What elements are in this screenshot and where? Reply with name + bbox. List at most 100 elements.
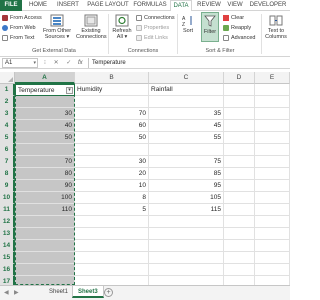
tab-developer[interactable]: DEVELOPER: [248, 0, 288, 11]
tab-page-layout[interactable]: PAGE LAYOUT: [86, 0, 130, 11]
cell-c2[interactable]: [149, 96, 224, 108]
select-all-button[interactable]: [0, 72, 15, 84]
from-web-button[interactable]: From Web: [2, 24, 36, 32]
cell-e17[interactable]: [255, 276, 290, 285]
cell-d6[interactable]: [224, 144, 255, 156]
row-header-17[interactable]: 17: [0, 276, 15, 285]
row-header-8[interactable]: 8: [0, 168, 15, 180]
row-header-13[interactable]: 13: [0, 228, 15, 240]
column-header-c[interactable]: C: [149, 72, 224, 84]
existing-connections-button[interactable]: Existing Connections: [76, 14, 107, 40]
cell-e1[interactable]: [255, 84, 290, 96]
cell-a12[interactable]: [15, 216, 75, 228]
refresh-all-button[interactable]: Refresh All ▾: [110, 14, 134, 40]
cell-a14[interactable]: [15, 240, 75, 252]
column-header-d[interactable]: D: [224, 72, 255, 84]
cell-a1[interactable]: Temperature ▾: [15, 84, 75, 96]
cell-d16[interactable]: [224, 264, 255, 276]
scroll-right-icon[interactable]: ▶: [14, 289, 19, 296]
cell-c1[interactable]: Rainfall: [149, 84, 224, 96]
cell-b5[interactable]: 50: [75, 132, 149, 144]
row-header-14[interactable]: 14: [0, 240, 15, 252]
scroll-left-icon[interactable]: ◀: [4, 289, 9, 296]
cell-c13[interactable]: [149, 228, 224, 240]
formula-input[interactable]: Temperature: [88, 58, 288, 68]
text-to-columns-button[interactable]: Text to Columns: [262, 14, 290, 40]
cell-b1[interactable]: Humidity: [75, 84, 149, 96]
connections-button[interactable]: Connections: [136, 14, 175, 22]
cell-e5[interactable]: [255, 132, 290, 144]
cell-b14[interactable]: [75, 240, 149, 252]
sheet-tab-sheet1[interactable]: Sheet1: [44, 286, 73, 298]
insert-function-button[interactable]: fx: [78, 58, 83, 68]
cell-d12[interactable]: [224, 216, 255, 228]
enter-icon[interactable]: ✓: [66, 60, 74, 66]
tab-insert[interactable]: INSERT: [54, 0, 82, 11]
row-header-1[interactable]: 1: [0, 84, 15, 96]
cell-c10[interactable]: 105: [149, 192, 224, 204]
add-sheet-button[interactable]: +: [104, 288, 113, 297]
cell-a17[interactable]: [15, 276, 75, 285]
row-header-15[interactable]: 15: [0, 252, 15, 264]
reapply-button[interactable]: Reapply: [223, 24, 251, 32]
cell-a3[interactable]: 30: [15, 108, 75, 120]
cell-b6[interactable]: [75, 144, 149, 156]
cell-e14[interactable]: [255, 240, 290, 252]
row-header-7[interactable]: 7: [0, 156, 15, 168]
cell-b11[interactable]: 5: [75, 204, 149, 216]
from-other-sources-button[interactable]: From Other Sources ▾: [42, 14, 72, 40]
sheet-tab-sheet3[interactable]: Sheet3: [72, 286, 104, 298]
cell-e2[interactable]: [255, 96, 290, 108]
clear-button[interactable]: Clear: [223, 14, 244, 22]
cell-a11[interactable]: 110: [15, 204, 75, 216]
cell-d3[interactable]: [224, 108, 255, 120]
cell-b12[interactable]: [75, 216, 149, 228]
cell-a13[interactable]: [15, 228, 75, 240]
cell-d9[interactable]: [224, 180, 255, 192]
row-header-2[interactable]: 2: [0, 96, 15, 108]
cell-d10[interactable]: [224, 192, 255, 204]
cell-a7[interactable]: 70: [15, 156, 75, 168]
cell-d1[interactable]: [224, 84, 255, 96]
edit-links-button[interactable]: Edit Links: [136, 34, 168, 42]
row-header-3[interactable]: 3: [0, 108, 15, 120]
cell-a10[interactable]: 100: [15, 192, 75, 204]
cell-d5[interactable]: [224, 132, 255, 144]
cell-c5[interactable]: 55: [149, 132, 224, 144]
sort-button[interactable]: A Z Sort: [180, 14, 196, 34]
cell-b15[interactable]: [75, 252, 149, 264]
row-header-12[interactable]: 12: [0, 216, 15, 228]
cell-d4[interactable]: [224, 120, 255, 132]
row-header-5[interactable]: 5: [0, 132, 15, 144]
cell-b7[interactable]: 30: [75, 156, 149, 168]
cell-d8[interactable]: [224, 168, 255, 180]
row-header-4[interactable]: 4: [0, 120, 15, 132]
cell-c15[interactable]: [149, 252, 224, 264]
row-header-9[interactable]: 9: [0, 180, 15, 192]
cell-a5[interactable]: 50: [15, 132, 75, 144]
cell-a8[interactable]: 80: [15, 168, 75, 180]
row-header-11[interactable]: 11: [0, 204, 15, 216]
cell-d15[interactable]: [224, 252, 255, 264]
cell-b10[interactable]: 8: [75, 192, 149, 204]
row-header-6[interactable]: 6: [0, 144, 15, 156]
cell-e12[interactable]: [255, 216, 290, 228]
cell-d7[interactable]: [224, 156, 255, 168]
name-box[interactable]: A1 ▾: [2, 58, 38, 68]
cell-b4[interactable]: 60: [75, 120, 149, 132]
cell-c4[interactable]: 45: [149, 120, 224, 132]
tab-review[interactable]: REVIEW: [196, 0, 222, 11]
spreadsheet-grid[interactable]: A B C D E 1 Temperature ▾ Humidity Rainfall 2 3 30 70…: [0, 72, 290, 285]
cell-e15[interactable]: [255, 252, 290, 264]
cell-c17[interactable]: [149, 276, 224, 285]
cell-b8[interactable]: 20: [75, 168, 149, 180]
cell-e3[interactable]: [255, 108, 290, 120]
cell-a4[interactable]: 40: [15, 120, 75, 132]
cell-c12[interactable]: [149, 216, 224, 228]
cell-d13[interactable]: [224, 228, 255, 240]
cell-e10[interactable]: [255, 192, 290, 204]
cell-b3[interactable]: 70: [75, 108, 149, 120]
cell-e8[interactable]: [255, 168, 290, 180]
cell-d14[interactable]: [224, 240, 255, 252]
cell-c6[interactable]: [149, 144, 224, 156]
